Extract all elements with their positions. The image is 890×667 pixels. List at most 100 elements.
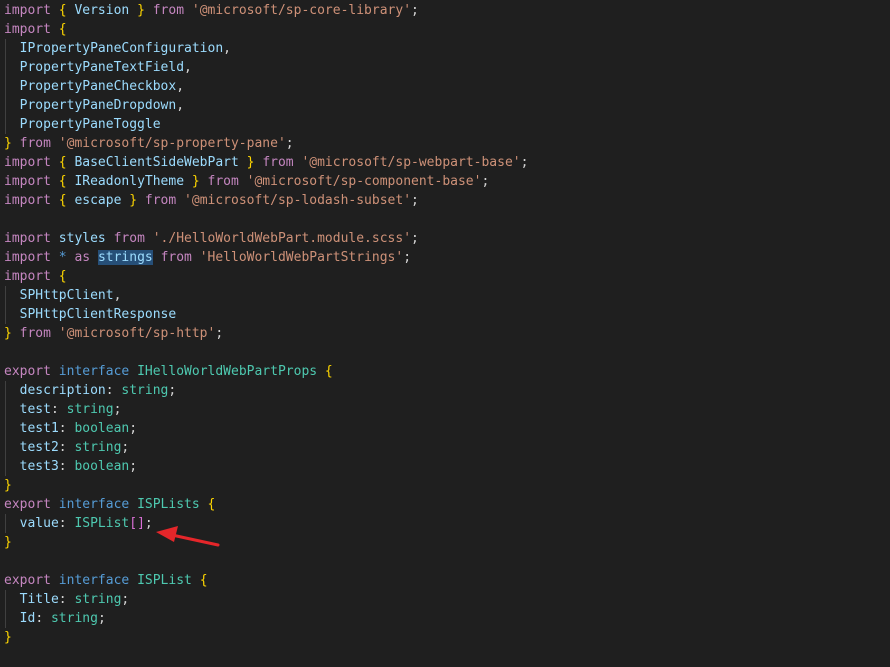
- code-token: import: [4, 174, 51, 189]
- code-line[interactable]: export interface ISPLists {: [4, 495, 528, 514]
- code-token: :: [35, 611, 51, 626]
- code-line[interactable]: test1: boolean;: [4, 419, 528, 438]
- code-token: interface: [58, 573, 130, 588]
- code-line[interactable]: PropertyPaneTextField,: [4, 58, 528, 77]
- code-token: '@microsoft/sp-http': [58, 326, 216, 341]
- code-line[interactable]: }: [4, 533, 528, 552]
- code-line[interactable]: import {: [4, 20, 528, 39]
- code-token: {: [199, 573, 208, 588]
- code-token: '@microsoft/sp-property-pane': [58, 136, 286, 151]
- code-token: import: [4, 193, 51, 208]
- code-token: :: [58, 592, 75, 607]
- code-line[interactable]: }: [4, 628, 528, 647]
- code-token: ;: [411, 193, 419, 208]
- code-token: SPHttpClientResponse: [19, 307, 177, 322]
- code-token: import: [4, 231, 51, 246]
- code-line[interactable]: SPHttpClientResponse: [4, 305, 528, 324]
- code-token: ;: [481, 174, 490, 189]
- code-token: :: [58, 516, 75, 531]
- code-line[interactable]: PropertyPaneToggle: [4, 115, 528, 134]
- code-line[interactable]: Id: string;: [4, 609, 528, 628]
- code-token: ;: [285, 136, 294, 151]
- code-token: string: [121, 383, 169, 398]
- code-token: export: [4, 497, 51, 512]
- code-line[interactable]: Title: string;: [4, 590, 528, 609]
- code-line[interactable]: } from '@microsoft/sp-http';: [4, 324, 528, 343]
- code-token: ;: [411, 231, 419, 246]
- code-token: ISPLists: [137, 497, 200, 512]
- code-token: Version: [74, 3, 130, 18]
- code-token: {: [58, 269, 67, 284]
- code-line[interactable]: ​: [4, 343, 528, 362]
- code-token: BaseClientSideWebPart: [74, 155, 239, 170]
- code-line[interactable]: import * as strings from 'HelloWorldWebP…: [4, 248, 528, 267]
- code-line[interactable]: test: string;: [4, 400, 528, 419]
- code-token: interface: [58, 364, 130, 379]
- code-token: from: [152, 3, 185, 18]
- code-line[interactable]: } from '@microsoft/sp-property-pane';: [4, 134, 528, 153]
- code-token: :: [105, 383, 122, 398]
- code-token: './HelloWorldWebPart.module.scss': [152, 231, 412, 246]
- code-line[interactable]: test2: string;: [4, 438, 528, 457]
- code-token: description: [19, 383, 106, 398]
- code-line[interactable]: test3: boolean;: [4, 457, 528, 476]
- code-token: ;: [113, 402, 122, 417]
- code-line[interactable]: import styles from './HelloWorldWebPart.…: [4, 229, 528, 248]
- code-token: ;: [129, 459, 138, 474]
- code-token: ;: [411, 3, 419, 18]
- code-editor[interactable]: import { Version } from '@microsoft/sp-c…: [0, 0, 890, 667]
- code-token: }: [4, 535, 12, 550]
- code-token: from: [160, 250, 192, 265]
- code-line[interactable]: import { BaseClientSideWebPart } from '@…: [4, 153, 528, 172]
- code-token: ;: [168, 383, 177, 398]
- code-line[interactable]: PropertyPaneCheckbox,: [4, 77, 528, 96]
- code-token: IHelloWorldWebPartProps: [137, 364, 318, 379]
- code-line[interactable]: import { escape } from '@microsoft/sp-lo…: [4, 191, 528, 210]
- code-token: ,: [113, 288, 122, 303]
- code-token: strings: [97, 250, 153, 265]
- code-line[interactable]: PropertyPaneDropdown,: [4, 96, 528, 115]
- code-line[interactable]: }: [4, 476, 528, 495]
- code-token: ISPList: [74, 516, 130, 531]
- code-line[interactable]: ​: [4, 552, 528, 571]
- code-line[interactable]: import {: [4, 267, 528, 286]
- code-token: ,: [223, 41, 231, 56]
- code-token: :: [58, 421, 75, 436]
- code-line[interactable]: description: string;: [4, 381, 528, 400]
- code-line[interactable]: export interface ISPList {: [4, 571, 528, 590]
- code-line[interactable]: import { Version } from '@microsoft/sp-c…: [4, 1, 528, 20]
- code-token: test3: [19, 459, 59, 474]
- code-line[interactable]: IPropertyPaneConfiguration,: [4, 39, 528, 58]
- code-line[interactable]: import { IReadonlyTheme } from '@microso…: [4, 172, 528, 191]
- code-token: interface: [58, 497, 130, 512]
- code-token: }: [137, 3, 145, 18]
- code-line[interactable]: ​: [4, 210, 528, 229]
- code-line[interactable]: SPHttpClient,: [4, 286, 528, 305]
- code-line[interactable]: export interface IHelloWorldWebPartProps…: [4, 362, 528, 381]
- code-line[interactable]: value: ISPList[];: [4, 514, 528, 533]
- code-token: []: [129, 516, 145, 531]
- code-token: string: [66, 402, 114, 417]
- code-token: :: [58, 459, 75, 474]
- code-content[interactable]: import { Version } from '@microsoft/sp-c…: [4, 1, 528, 647]
